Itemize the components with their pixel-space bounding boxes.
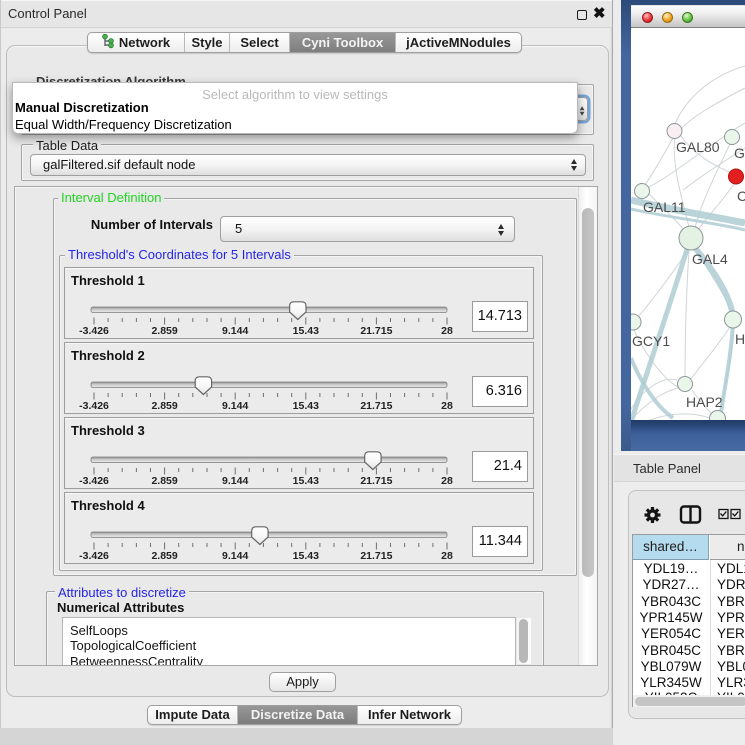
svg-text:GAL80: GAL80 xyxy=(676,139,720,155)
svg-text:GAL11: GAL11 xyxy=(643,199,686,215)
svg-text:G: G xyxy=(734,145,745,161)
svg-text:H: H xyxy=(735,331,745,347)
svg-text:C: C xyxy=(737,188,745,204)
svg-text:HAP2: HAP2 xyxy=(686,394,723,410)
svg-text:GCY1: GCY1 xyxy=(632,333,670,349)
svg-text:GAL4: GAL4 xyxy=(692,251,728,267)
